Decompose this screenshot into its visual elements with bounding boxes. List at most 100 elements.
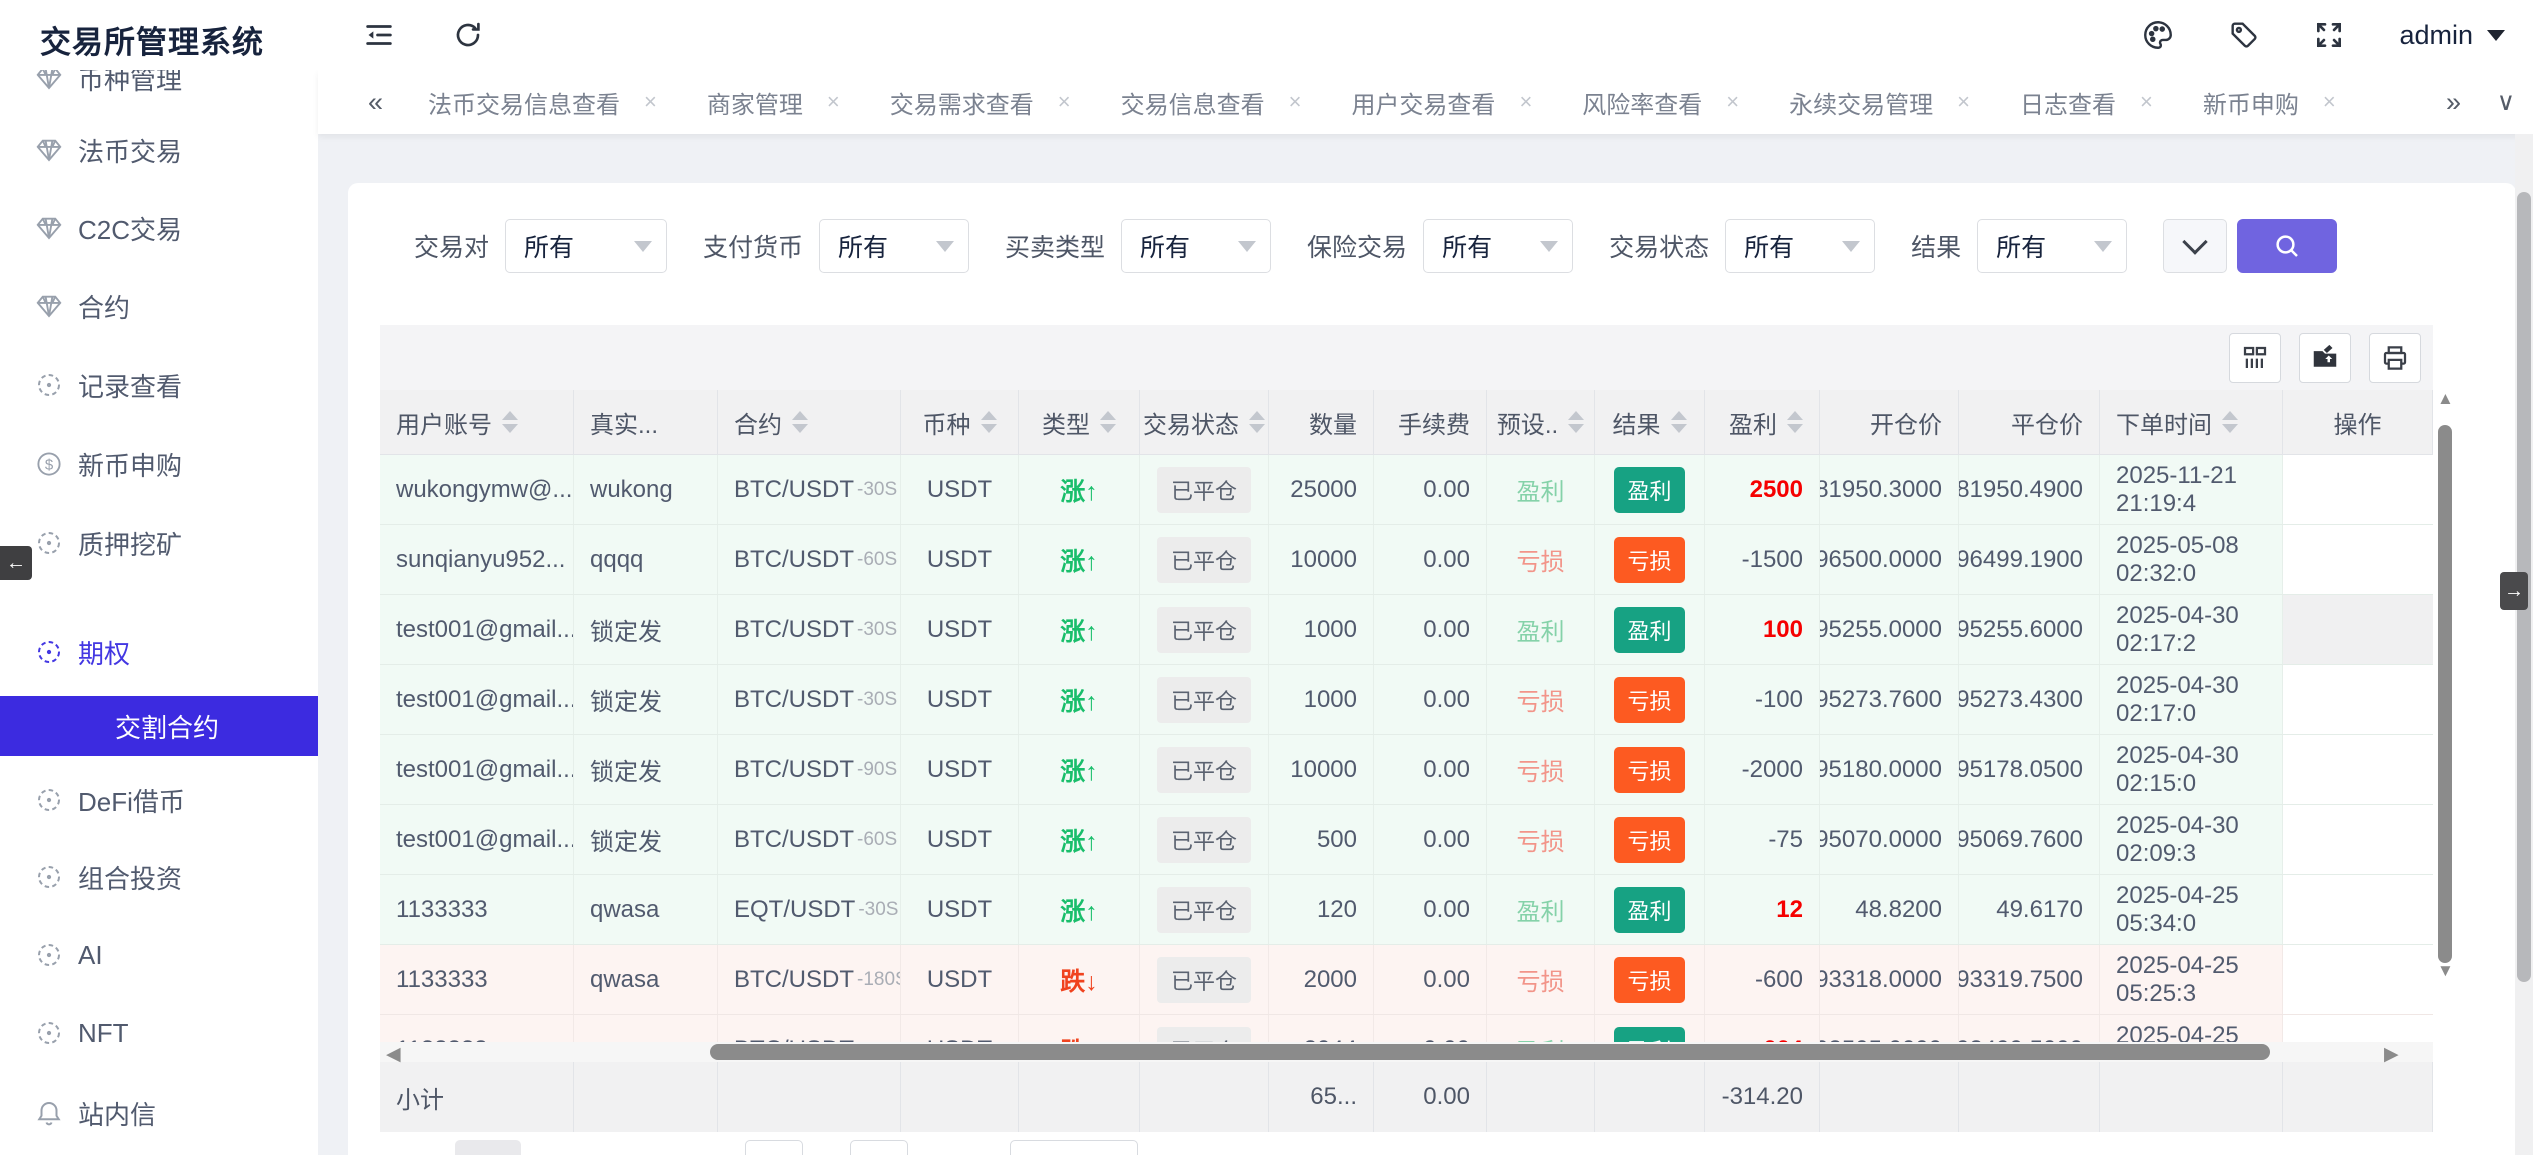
pagination-page-button[interactable] bbox=[850, 1140, 908, 1155]
scroll-up-arrow-icon[interactable]: ▲ bbox=[2437, 389, 2453, 409]
contract-pair: EQT/USDT bbox=[734, 896, 855, 924]
sidebar-item-5[interactable]: 记录查看 bbox=[0, 355, 318, 415]
pagination-prev-button[interactable] bbox=[455, 1140, 521, 1155]
search-button[interactable] bbox=[2237, 219, 2337, 273]
panel-edge-toggle-right[interactable]: → bbox=[2500, 572, 2528, 610]
column-header-direction[interactable]: 类型 bbox=[1019, 390, 1140, 454]
tab-7[interactable]: 永续交易管理× bbox=[1789, 85, 1970, 120]
column-header-profit[interactable]: 盈利 bbox=[1705, 390, 1820, 454]
vertical-scrollbar[interactable]: ▲ ▼ bbox=[2437, 393, 2453, 977]
tab-close-icon[interactable]: × bbox=[644, 91, 657, 113]
column-header-real_name: 真实... bbox=[574, 390, 718, 454]
sidebar-item-14[interactable]: 站内信 bbox=[0, 1083, 318, 1143]
sort-icon[interactable] bbox=[1100, 411, 1116, 433]
sort-icon[interactable] bbox=[1787, 411, 1803, 433]
column-header-label: 数量 bbox=[1309, 405, 1357, 440]
user-menu[interactable]: admin bbox=[2399, 20, 2505, 51]
tab-close-icon[interactable]: × bbox=[1289, 91, 1302, 113]
tab-1[interactable]: 法币交易信息查看× bbox=[428, 85, 657, 120]
tabs-scroll-right-icon[interactable]: » bbox=[2446, 70, 2461, 134]
sidebar-item-2[interactable]: 法币交易 bbox=[0, 120, 318, 180]
column-header-result[interactable]: 结果 bbox=[1595, 390, 1705, 454]
sidebar-item-8[interactable]: 期权 bbox=[0, 622, 318, 682]
column-header-time[interactable]: 下单时间 bbox=[2100, 390, 2283, 454]
filter-select[interactable]: 所有 bbox=[1725, 219, 1875, 273]
tab-9[interactable]: 新币申购× bbox=[2203, 85, 2336, 120]
sort-icon[interactable] bbox=[981, 411, 997, 433]
page-scrollbar[interactable] bbox=[2515, 134, 2533, 1155]
tabs-menu-icon[interactable]: ∨ bbox=[2497, 70, 2515, 134]
sort-icon[interactable] bbox=[1249, 411, 1265, 433]
print-button[interactable] bbox=[2369, 333, 2421, 383]
export-button[interactable] bbox=[2299, 333, 2351, 383]
tab-5[interactable]: 用户交易查看 × bbox=[1351, 85, 1532, 120]
tab-close-icon[interactable]: × bbox=[1957, 91, 1970, 113]
filter-select[interactable]: 所有 bbox=[1423, 219, 1573, 273]
filter-select[interactable]: 所有 bbox=[505, 219, 667, 273]
footer-cell-action bbox=[2283, 1062, 2433, 1132]
tabs-scroll-left-icon[interactable]: « bbox=[368, 70, 383, 134]
sidebar-item-1[interactable]: 币种管理 bbox=[0, 70, 318, 108]
column-header-contract[interactable]: 合约 bbox=[718, 390, 901, 454]
filter-select[interactable]: 所有 bbox=[819, 219, 969, 273]
column-header-preset[interactable]: 预设.. bbox=[1487, 390, 1595, 454]
tab-3[interactable]: 交易需求查看× bbox=[890, 85, 1071, 120]
tag-icon[interactable] bbox=[2227, 18, 2261, 52]
column-header-label: 下单时间 bbox=[2116, 405, 2212, 440]
filter-select[interactable]: 所有 bbox=[1121, 219, 1271, 273]
cell-time: 2025-04-25 05:34:0 bbox=[2100, 875, 2283, 944]
sidebar-item-6[interactable]: $新币申购 bbox=[0, 434, 318, 494]
scroll-right-arrow-icon[interactable]: ▶ bbox=[2384, 1043, 2399, 1066]
sort-icon[interactable] bbox=[792, 411, 808, 433]
horizontal-scrollbar-thumb[interactable] bbox=[710, 1044, 2270, 1060]
fullscreen-icon[interactable] bbox=[2313, 18, 2347, 52]
column-header-coin[interactable]: 币种 bbox=[901, 390, 1019, 454]
sort-icon[interactable] bbox=[1671, 411, 1687, 433]
tab-8[interactable]: 日志查看× bbox=[2020, 85, 2153, 120]
sidebar-item-11[interactable]: 组合投资 bbox=[0, 847, 318, 907]
sidebar-item-label: 合约 bbox=[78, 288, 130, 325]
collapse-menu-icon[interactable] bbox=[362, 18, 396, 52]
tab-close-icon[interactable]: × bbox=[2323, 91, 2336, 113]
column-header-account[interactable]: 用户账号 bbox=[380, 390, 574, 454]
sidebar-item-12[interactable]: AI bbox=[0, 925, 318, 985]
filter-select-value: 所有 bbox=[838, 228, 888, 264]
tab-close-icon[interactable]: × bbox=[1058, 91, 1071, 113]
sidebar-item-3[interactable]: C2C交易 bbox=[0, 198, 318, 258]
vertical-scrollbar-thumb[interactable] bbox=[2438, 425, 2452, 963]
sidebar-item-4[interactable]: 合约 bbox=[0, 276, 318, 336]
tab-close-icon[interactable]: × bbox=[1726, 91, 1739, 113]
sidebar-item-7[interactable]: 质押挖矿 bbox=[0, 513, 318, 573]
column-header-status[interactable]: 交易状态 bbox=[1140, 390, 1269, 454]
cell-account: test001@gmail... bbox=[380, 665, 574, 734]
horizontal-scrollbar[interactable]: ◀ ▶ bbox=[380, 1042, 2433, 1062]
pagination-page-button[interactable] bbox=[745, 1140, 803, 1155]
sort-icon[interactable] bbox=[502, 411, 518, 433]
refresh-icon[interactable] bbox=[452, 18, 486, 52]
filter-select-value: 所有 bbox=[1140, 228, 1190, 264]
sidebar-edge-toggle-left[interactable]: ← bbox=[0, 546, 32, 580]
cell-profit: 100 bbox=[1705, 595, 1820, 664]
palette-icon[interactable] bbox=[2141, 18, 2175, 52]
sidebar-item-13[interactable]: NFT bbox=[0, 1003, 318, 1063]
scroll-down-arrow-icon[interactable]: ▼ bbox=[2437, 961, 2453, 981]
cell-account: 1133333 bbox=[380, 1015, 574, 1042]
sidebar-item-10[interactable]: DeFi借币 bbox=[0, 770, 318, 830]
tab-4[interactable]: 交易信息查看× bbox=[1121, 85, 1302, 120]
tab-close-icon[interactable]: × bbox=[1519, 91, 1532, 113]
filter-select[interactable]: 所有 bbox=[1977, 219, 2127, 273]
cell-fee: 0.00 bbox=[1374, 1015, 1487, 1042]
columns-settings-button[interactable] bbox=[2229, 333, 2281, 383]
scroll-left-arrow-icon[interactable]: ◀ bbox=[386, 1043, 401, 1066]
tab-close-icon[interactable]: × bbox=[2140, 91, 2153, 113]
more-filters-button[interactable] bbox=[2163, 219, 2227, 273]
trend-up-label: 涨↑ bbox=[1060, 682, 1098, 718]
tab-close-icon[interactable]: × bbox=[827, 91, 840, 113]
tab-label: 用户交易查看 bbox=[1351, 85, 1495, 120]
pagination-size-select[interactable] bbox=[1010, 1140, 1138, 1155]
tab-6[interactable]: 风险率查看× bbox=[1582, 85, 1739, 120]
sidebar-item-9[interactable]: 交割合约 bbox=[0, 696, 318, 756]
tab-2[interactable]: 商家管理× bbox=[707, 85, 840, 120]
sort-icon[interactable] bbox=[1568, 411, 1584, 433]
sort-icon[interactable] bbox=[2222, 411, 2238, 433]
